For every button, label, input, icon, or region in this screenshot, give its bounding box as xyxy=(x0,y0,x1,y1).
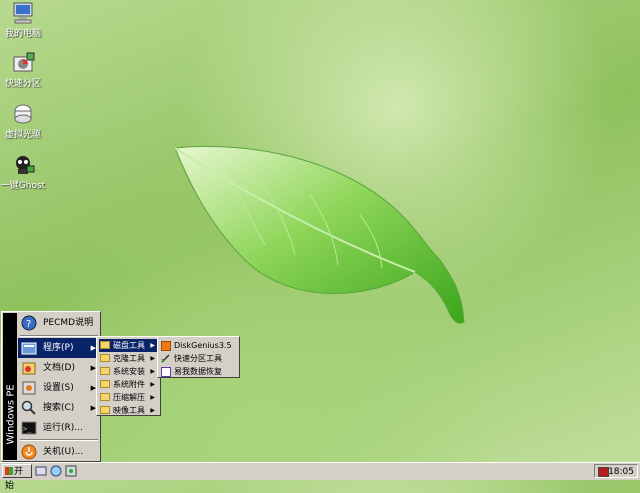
submenu-arrow-icon: ▶ xyxy=(150,342,155,349)
help-icon: ? xyxy=(21,315,37,331)
start-menu-item-settings[interactable]: 设置(S) ▶ xyxy=(18,378,100,398)
programs-item-image-tools[interactable]: 映像工具 ▶ xyxy=(99,404,158,417)
tray-network-icon[interactable] xyxy=(598,467,609,477)
menu-item-label: 系统附件 xyxy=(113,380,145,389)
programs-icon xyxy=(21,340,37,356)
shutdown-icon xyxy=(21,444,37,460)
programs-item-system-install[interactable]: 系统安装 ▶ xyxy=(99,365,158,378)
menu-separator xyxy=(20,335,98,337)
tray-clock[interactable]: 18:05 xyxy=(608,467,634,477)
desktop-icon-label: 快速分区 xyxy=(4,79,41,89)
computer-icon xyxy=(10,2,36,24)
menu-item-label: 克隆工具 xyxy=(113,354,145,363)
menu-item-label: 系统安装 xyxy=(113,367,145,376)
folder-icon xyxy=(100,406,110,414)
menu-item-label: 运行(R)... xyxy=(43,423,83,433)
menu-item-label: 搜索(C) xyxy=(43,403,75,413)
run-icon: >_ xyxy=(21,420,37,436)
search-icon xyxy=(21,400,37,416)
menu-item-label: 关机(U)... xyxy=(43,447,84,457)
folder-icon xyxy=(100,393,110,401)
desktop-icon-virtual-drive[interactable]: 虚拟光驱 xyxy=(0,103,53,140)
submenu-arrow-icon: ▶ xyxy=(150,407,155,414)
desktop-icon-one-key-ghost[interactable]: 一键Ghost xyxy=(0,154,53,191)
diskgenius-icon xyxy=(161,341,171,351)
menu-item-label: 磁盘工具 xyxy=(113,341,145,350)
menu-item-label: PECMD说明 xyxy=(43,318,94,328)
start-menu-item-programs[interactable]: 程序(P) ▶ xyxy=(18,338,100,358)
folder-icon xyxy=(100,367,110,375)
sidebar-brand-text: Windows PE xyxy=(5,384,17,445)
menu-item-label: 设置(S) xyxy=(43,383,74,393)
start-menu: Windows PE ? PECMD说明 程序(P) ▶ 文档(D) ▶ 设置(… xyxy=(1,311,101,462)
menu-item-label: 程序(P) xyxy=(43,343,74,353)
system-tray: 18:05 xyxy=(594,464,638,478)
settings-icon xyxy=(21,380,37,396)
disk-tools-item-quick-partition[interactable]: 快速分区工具 xyxy=(160,352,237,365)
ghost-icon xyxy=(10,154,36,176)
submenu-arrow-icon: ▶ xyxy=(150,394,155,401)
tool-quicklaunch-icon[interactable] xyxy=(65,465,77,477)
menu-item-label: 易我数据恢复 xyxy=(174,367,222,376)
menu-item-label: 压缩解压 xyxy=(113,393,145,402)
show-desktop-icon[interactable] xyxy=(35,465,47,477)
wallpaper-leaf xyxy=(174,145,465,324)
menu-item-label: 映像工具 xyxy=(113,406,145,415)
programs-item-accessories[interactable]: 系统附件 ▶ xyxy=(99,378,158,391)
start-menu-item-search[interactable]: 搜索(C) ▶ xyxy=(18,398,100,418)
menu-item-label: 文档(D) xyxy=(43,363,75,373)
start-button[interactable]: 开始 xyxy=(2,464,32,491)
virtual-drive-icon xyxy=(10,103,36,125)
svg-text:?: ? xyxy=(26,319,31,330)
programs-item-disk-tools[interactable]: 磁盘工具 ▶ xyxy=(99,339,158,352)
svg-text:>_: >_ xyxy=(23,425,32,433)
folder-icon xyxy=(100,354,110,362)
partition-tool-icon xyxy=(161,354,170,363)
disk-tools-item-data-recovery[interactable]: 易我数据恢复 xyxy=(160,365,237,378)
folder-icon xyxy=(100,341,110,349)
desktop-icon-my-computer[interactable]: 我的电脑 xyxy=(0,2,53,39)
windows-logo-icon xyxy=(5,467,13,475)
desktop-icon-quick-partition[interactable]: 快速分区 xyxy=(0,52,53,89)
start-menu-item-pecmd-help[interactable]: ? PECMD说明 xyxy=(18,313,100,333)
programs-item-clone-tools[interactable]: 克隆工具 ▶ xyxy=(99,352,158,365)
desktop-icon-label: 虚拟光驱 xyxy=(4,130,41,140)
taskbar: 开始 18:05 xyxy=(0,462,640,491)
submenu-arrow-icon: ▶ xyxy=(150,368,155,375)
data-recovery-icon xyxy=(161,367,171,377)
submenu-arrow-icon: ▶ xyxy=(150,381,155,388)
menu-item-label: DiskGenius3.5 xyxy=(174,341,232,350)
menu-separator xyxy=(20,439,98,441)
submenu-arrow-icon: ▶ xyxy=(150,355,155,362)
start-menu-sidebar: Windows PE xyxy=(3,313,17,460)
explorer-quicklaunch-icon[interactable] xyxy=(50,465,62,477)
start-menu-item-documents[interactable]: 文档(D) ▶ xyxy=(18,358,100,378)
desktop-icon-label: 一键Ghost xyxy=(0,181,46,191)
start-menu-item-run[interactable]: >_ 运行(R)... xyxy=(18,418,100,438)
programs-submenu: 磁盘工具 ▶ 克隆工具 ▶ 系统安装 ▶ 系统附件 ▶ 压缩解压 ▶ 映像工具 … xyxy=(96,336,161,416)
folder-icon xyxy=(100,380,110,388)
menu-item-label: 快速分区工具 xyxy=(174,354,222,363)
documents-icon xyxy=(21,360,37,376)
partition-icon xyxy=(10,52,36,74)
disk-tools-submenu: DiskGenius3.5 快速分区工具 易我数据恢复 xyxy=(157,336,240,378)
programs-item-compression[interactable]: 压缩解压 ▶ xyxy=(99,391,158,404)
disk-tools-item-diskgenius[interactable]: DiskGenius3.5 xyxy=(160,339,237,352)
start-menu-item-shutdown[interactable]: 关机(U)... xyxy=(18,442,100,462)
desktop-icon-label: 我的电脑 xyxy=(4,29,41,39)
